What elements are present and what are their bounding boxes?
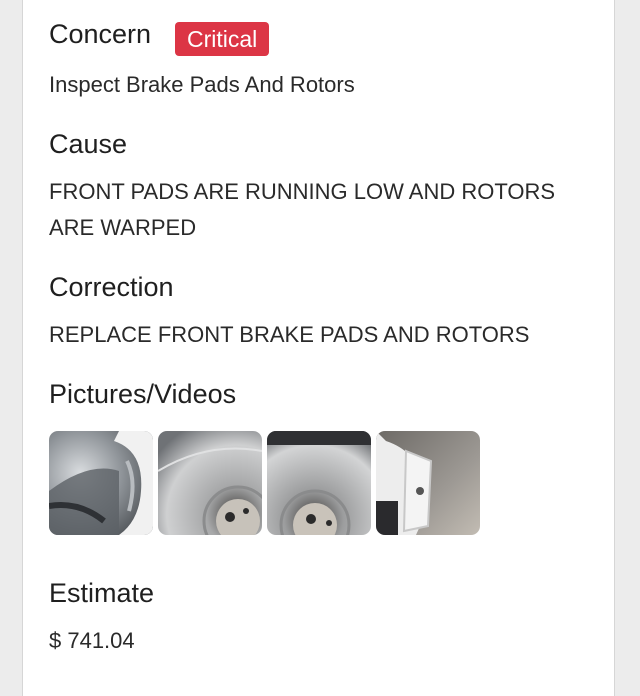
recommendation-card: Concern Critical Inspect Brake Pads And …: [22, 0, 615, 696]
brake-caliper-photo-icon: [376, 431, 480, 535]
correction-text: REPLACE FRONT BRAKE PADS AND ROTORS: [49, 322, 530, 347]
media-thumbnail-4[interactable]: [376, 431, 480, 535]
brake-caliper-photo-icon: [49, 431, 153, 535]
concern-text: Inspect Brake Pads And Rotors: [49, 72, 355, 97]
media-thumbnail-3[interactable]: [267, 431, 371, 535]
concern-heading: Concern: [49, 19, 152, 49]
correction-heading: Correction: [49, 272, 174, 302]
media-thumbnail-1[interactable]: [49, 431, 153, 535]
media-thumbnails: [49, 431, 480, 535]
brake-rotor-photo-icon: [158, 431, 262, 535]
cause-text-line-1: FRONT PADS ARE RUNNING LOW AND ROTORS: [49, 179, 556, 204]
media-heading: Pictures/Videos: [49, 379, 237, 409]
estimate-heading: Estimate: [49, 578, 155, 608]
cause-text-line-2: ARE WARPED: [49, 215, 197, 240]
brake-rotor-photo-icon: [267, 431, 371, 535]
cause-heading: Cause: [49, 129, 128, 159]
severity-badge: Critical: [175, 22, 270, 56]
media-thumbnail-2[interactable]: [158, 431, 262, 535]
estimate-amount: $ 741.04: [49, 628, 135, 653]
